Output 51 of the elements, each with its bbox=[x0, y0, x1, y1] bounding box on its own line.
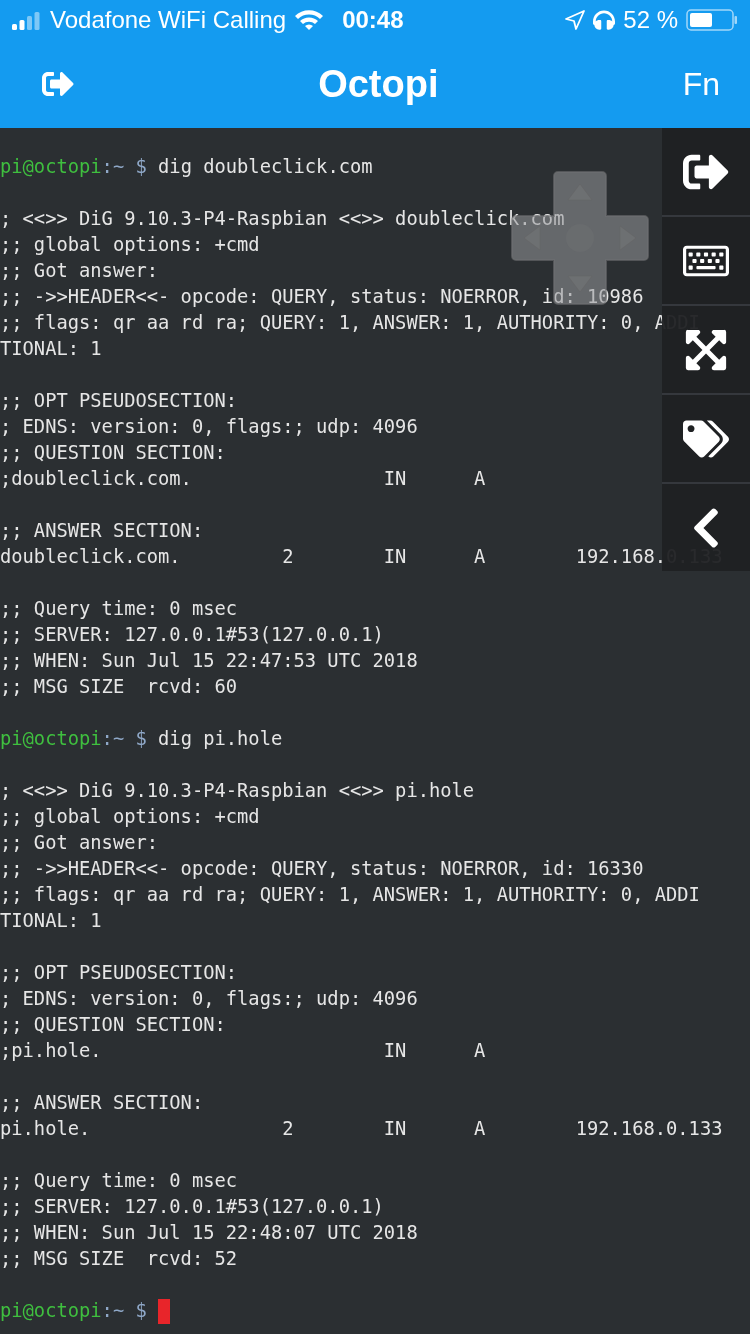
carrier-name: Vodafone WiFi Calling bbox=[50, 6, 287, 34]
output-line: ;; global options: +cmd bbox=[0, 233, 260, 257]
output-line: ; EDNS: version: 0, flags:; udp: 4096 bbox=[0, 415, 418, 439]
location-icon bbox=[565, 10, 586, 30]
output-line: TIONAL: 1 bbox=[0, 337, 102, 361]
prompt-path: :~ $ bbox=[101, 155, 147, 179]
output-line: ;; flags: qr aa rd ra; QUERY: 1, ANSWER: 1, AUTHORITY: 0, ADDI bbox=[0, 883, 700, 907]
headphones-icon bbox=[593, 9, 616, 31]
battery-icon bbox=[686, 9, 738, 31]
screen-title: Octopi bbox=[318, 62, 439, 106]
output-line: ;; OPT PSEUDOSECTION: bbox=[0, 389, 238, 413]
output-line: ;; ->>HEADER<<- opcode: QUERY, status: NOERROR, id: 16330 bbox=[0, 857, 644, 881]
output-line: ; <<>> DiG 9.10.3-P4-Raspbian <<>> pi.hole bbox=[0, 779, 475, 803]
prompt-path: :~ $ bbox=[101, 727, 147, 751]
output-line: ;; SERVER: 127.0.0.1#53(127.0.0.1) bbox=[0, 623, 384, 647]
output-line: ;; Query time: 0 msec bbox=[0, 597, 238, 621]
command-text: dig pi.hole bbox=[157, 727, 283, 751]
signal-icon bbox=[12, 10, 42, 30]
output-line: ; EDNS: version: 0, flags:; udp: 4096 bbox=[0, 987, 418, 1011]
output-line: ;; ->>HEADER<<- opcode: QUERY, status: NOERROR, id: 10986 bbox=[0, 285, 644, 309]
output-line: ;; Query time: 0 msec bbox=[0, 1169, 238, 1193]
prompt-user: pi@octopi bbox=[0, 727, 102, 751]
output-line: ;; QUESTION SECTION: bbox=[0, 441, 226, 465]
output-line: TIONAL: 1 bbox=[0, 909, 102, 933]
output-line: ;; WHEN: Sun Jul 15 22:47:53 UTC 2018 bbox=[0, 649, 418, 673]
battery-percent: 52 % bbox=[623, 6, 678, 34]
output-line: ;doubleclick.com. IN A bbox=[0, 467, 486, 491]
output-line: ;; ANSWER SECTION: bbox=[0, 1091, 204, 1115]
output-line: ;; global options: +cmd bbox=[0, 805, 260, 829]
output-line: ;; Got answer: bbox=[0, 259, 159, 283]
tags-button[interactable] bbox=[662, 395, 750, 482]
output-line: ;pi.hole. IN A bbox=[0, 1039, 486, 1063]
logout-button[interactable] bbox=[662, 128, 750, 215]
output-line: ;; SERVER: 127.0.0.1#53(127.0.0.1) bbox=[0, 1195, 384, 1219]
output-line: ;; QUESTION SECTION: bbox=[0, 1013, 226, 1037]
output-line: ;; OPT PSEUDOSECTION: bbox=[0, 961, 238, 985]
output-line: ;; MSG SIZE rcvd: 60 bbox=[0, 675, 238, 699]
prompt-path: :~ $ bbox=[101, 1299, 147, 1323]
output-line: ;; MSG SIZE rcvd: 52 bbox=[0, 1247, 238, 1271]
output-line: ;; Got answer: bbox=[0, 831, 159, 855]
command-text: dig doubleclick.com bbox=[157, 155, 373, 179]
output-line: ;; WHEN: Sun Jul 15 22:48:07 UTC 2018 bbox=[0, 1221, 418, 1245]
output-line: pi.hole. 2 IN A 192.168.0.133 bbox=[0, 1117, 723, 1141]
keyboard-button[interactable] bbox=[662, 217, 750, 304]
prompt-user: pi@octopi bbox=[0, 155, 102, 179]
output-line: ; <<>> DiG 9.10.3-P4-Raspbian <<>> doubleclick.com bbox=[0, 207, 565, 231]
output-line: ;; ANSWER SECTION: bbox=[0, 519, 204, 543]
fn-button[interactable]: Fn bbox=[682, 65, 720, 103]
prompt-user: pi@octopi bbox=[0, 1299, 102, 1323]
wifi-icon bbox=[294, 9, 325, 31]
clock: 00:48 bbox=[342, 6, 404, 34]
